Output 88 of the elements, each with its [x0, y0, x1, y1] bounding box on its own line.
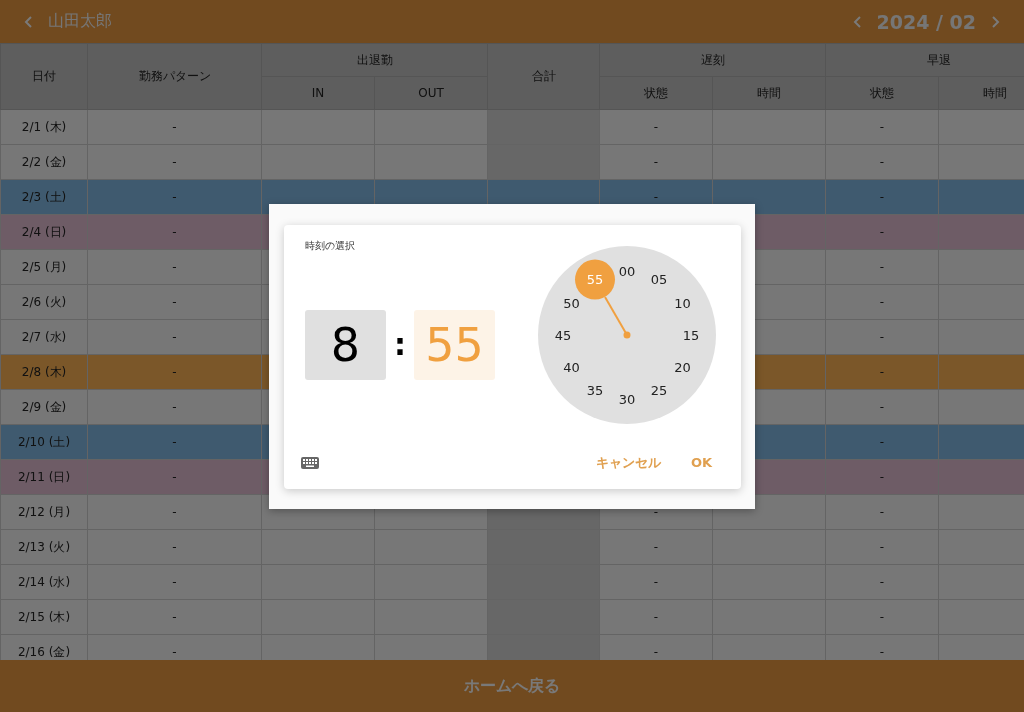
table-cell: -: [879, 190, 885, 204]
table-cell: -: [879, 610, 885, 624]
table-cell: -: [653, 540, 659, 554]
table-cell: -: [653, 190, 659, 204]
keyboard-icon[interactable]: [301, 456, 319, 469]
table-cell: -: [172, 260, 177, 274]
date-cell: 2/7 (水): [21, 329, 67, 344]
clock-number[interactable]: 25: [650, 382, 668, 398]
clock-number[interactable]: 20: [674, 359, 691, 374]
date-cell: 2/13 (火): [17, 539, 71, 554]
table-cell: -: [653, 155, 659, 169]
table-cell: -: [172, 365, 177, 379]
table-cell: -: [172, 190, 177, 204]
clock-number[interactable]: 45: [554, 327, 572, 342]
column-header: IN: [261, 76, 375, 110]
table-cell: -: [879, 505, 885, 519]
table-cell: -: [172, 330, 177, 344]
table-cell: -: [653, 575, 659, 589]
table-cell: -: [172, 155, 177, 169]
table-cell: -: [879, 295, 885, 309]
table-cell: -: [879, 330, 885, 344]
clock-number[interactable]: 40: [563, 359, 580, 374]
table-cell: -: [879, 225, 885, 239]
dialog-title: 時刻の選択: [305, 238, 356, 253]
table-cell: -: [172, 645, 177, 659]
table-cell: -: [172, 575, 177, 589]
clock-number[interactable]: 15: [682, 327, 700, 342]
column-header: 出退勤: [261, 43, 488, 77]
table-cell: -: [172, 400, 177, 414]
table-cell: -: [172, 435, 177, 449]
date-cell: 2/9 (金): [21, 399, 67, 414]
table-cell: -: [172, 610, 177, 624]
date-cell: 2/6 (火): [21, 294, 67, 309]
table-cell: -: [879, 540, 885, 554]
date-cell: 2/16 (金): [17, 644, 71, 659]
date-cell: 2/8 (木): [21, 364, 67, 379]
table-cell: -: [172, 540, 177, 554]
table-cell: -: [879, 400, 885, 414]
clock-number[interactable]: 35: [586, 382, 604, 398]
table-cell: -: [653, 120, 659, 134]
table-cell: -: [172, 295, 177, 309]
table-cell: -: [879, 470, 885, 484]
clock-number[interactable]: 00: [618, 263, 636, 278]
date-cell: 2/5 (月): [21, 259, 67, 274]
clock-number[interactable]: 50: [563, 295, 580, 310]
date-cell: 2/2 (金): [21, 154, 67, 169]
column-header: 勤務パターン: [87, 43, 262, 110]
column-header: 日付: [0, 43, 88, 110]
date-cell: 2/14 (水): [17, 574, 71, 589]
table-cell: -: [172, 225, 177, 239]
column-header: 早退: [825, 43, 1024, 77]
clock-number[interactable]: 30: [618, 391, 636, 406]
date-cell: 2/12 (月): [17, 504, 71, 519]
table-cell: -: [653, 610, 659, 624]
table-cell: -: [172, 505, 177, 519]
table-cell: -: [879, 575, 885, 589]
clock-number[interactable]: 10: [674, 295, 691, 310]
table-cell: -: [172, 470, 177, 484]
column-header: 状態: [825, 76, 939, 110]
date-cell: 2/15 (木): [17, 609, 71, 624]
employee-name: 山田太郎: [48, 11, 112, 32]
column-header: 時間: [712, 76, 826, 110]
table-cell: -: [879, 365, 885, 379]
date-cell: 2/1 (木): [21, 119, 67, 134]
column-header: OUT: [374, 76, 488, 110]
table-cell: -: [879, 260, 885, 274]
table-cell: -: [879, 155, 885, 169]
date-cell: 2/4 (日): [21, 224, 67, 239]
table-cell: -: [172, 120, 177, 134]
date-cell: 2/3 (土): [21, 189, 67, 204]
table-cell: -: [879, 435, 885, 449]
time-separator: :: [394, 327, 406, 362]
selected-minute-marker[interactable]: [575, 259, 615, 300]
month-label: 2024 / 02: [876, 10, 976, 33]
column-header: 遅刻: [599, 43, 826, 77]
column-header: 時間: [938, 76, 1024, 110]
column-header: 状態: [599, 76, 713, 110]
date-cell: 2/10 (土): [17, 434, 71, 449]
date-cell: 2/11 (日): [17, 469, 71, 484]
clock-number[interactable]: 05: [650, 271, 668, 287]
clock-face[interactable]: [538, 245, 716, 424]
table-cell: -: [653, 645, 659, 659]
table-cell: -: [879, 120, 885, 134]
table-cell: -: [879, 645, 885, 659]
table-cell: -: [653, 505, 659, 519]
hour-display[interactable]: 8: [305, 309, 386, 380]
column-header: 合計: [487, 43, 600, 110]
clock-hand[interactable]: [604, 295, 631, 338]
